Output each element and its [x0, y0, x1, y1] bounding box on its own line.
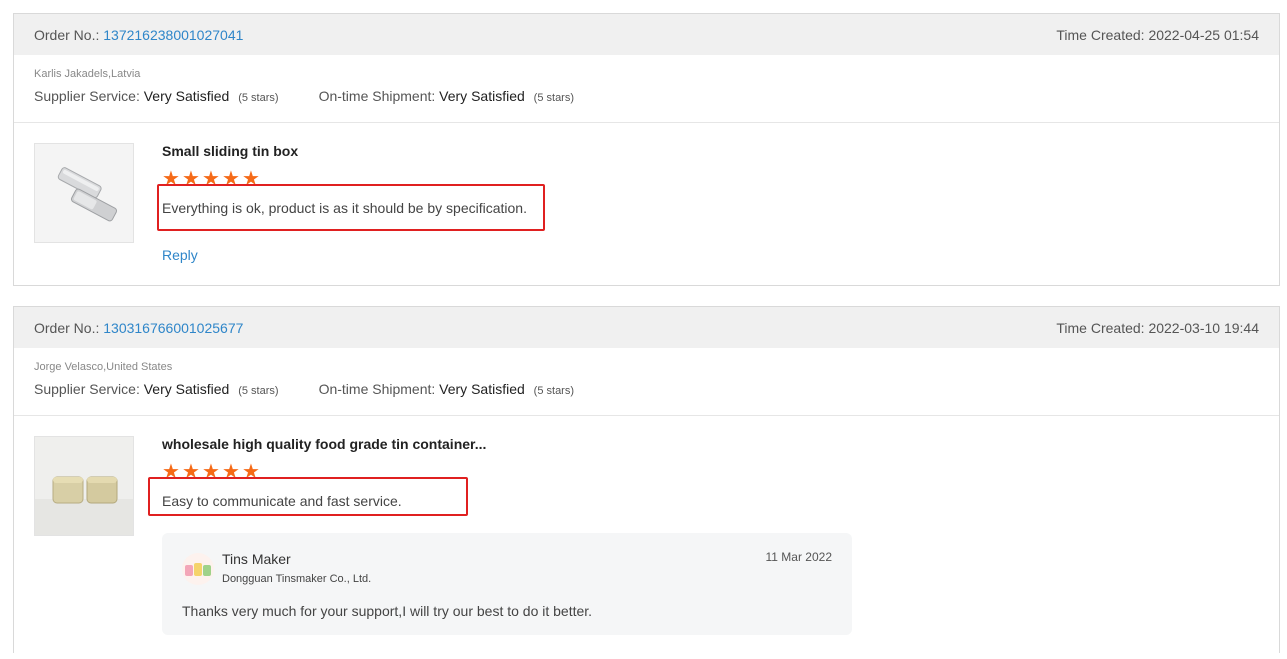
- supplier-service-label: Supplier Service:: [34, 381, 140, 397]
- buyer-name: Karlis Jakadels,Latvia: [34, 68, 141, 80]
- on-time-shipment-stars: (5 stars): [533, 385, 575, 397]
- time-label: Time Created:: [1056, 26, 1145, 43]
- seller-company: Dongguan Tinsmaker Co., Ltd.: [222, 573, 372, 585]
- supplier-service-stars: (5 stars): [238, 92, 279, 104]
- time-label: Time Created:: [1056, 319, 1145, 336]
- buyer-name: Jorge Velasco,United States: [34, 361, 173, 373]
- order-label: Order No.:: [34, 26, 100, 43]
- order-label: Order No.:: [34, 319, 100, 336]
- on-time-shipment-value: Very Satisfied: [439, 381, 525, 397]
- product-title[interactable]: Small sliding tin box: [162, 143, 298, 159]
- on-time-shipment-stars: (5 stars): [533, 92, 575, 104]
- buyer-info: Karlis Jakadels,Latvia Supplier Service:…: [14, 55, 1279, 123]
- supplier-service-value: Very Satisfied: [143, 88, 230, 104]
- ratings-row: Supplier Service: Very Satisfied (5 star…: [34, 88, 1259, 104]
- sliding-tin-box-image: [35, 144, 133, 242]
- seller-name: Tins Maker: [222, 551, 291, 567]
- tin-container-image: [35, 437, 133, 535]
- review-card: Order No.: 137216238001027041 Time Creat…: [13, 13, 1280, 286]
- supplier-service-label: Supplier Service:: [34, 88, 140, 104]
- product-thumbnail[interactable]: [34, 143, 134, 243]
- time-created: Time Created: 2022-03-10 19:44: [1056, 320, 1259, 336]
- order-number-row: Order No.: 137216238001027041: [34, 27, 243, 43]
- ratings-row: Supplier Service: Very Satisfied (5 star…: [34, 381, 1259, 397]
- buyer-info: Jorge Velasco,United States Supplier Ser…: [14, 348, 1279, 416]
- supplier-service-stars: (5 stars): [238, 385, 279, 397]
- order-number-link[interactable]: 130316766001025677: [103, 320, 243, 336]
- order-header: Order No.: 130316766001025677 Time Creat…: [14, 307, 1279, 348]
- review-card: Order No.: 130316766001025677 Time Creat…: [13, 306, 1280, 653]
- supplier-service-rating: Supplier Service: Very Satisfied (5 star…: [34, 381, 279, 397]
- on-time-shipment-label: On-time Shipment:: [318, 381, 436, 397]
- order-number-link[interactable]: 137216238001027041: [103, 27, 243, 43]
- time-value: 2022-04-25 01:54: [1148, 26, 1259, 43]
- reply-link[interactable]: Reply: [162, 247, 198, 263]
- time-created: Time Created: 2022-04-25 01:54: [1056, 27, 1259, 43]
- order-number-row: Order No.: 130316766001025677: [34, 320, 243, 336]
- supplier-service-rating: Supplier Service: Very Satisfied (5 star…: [34, 88, 279, 104]
- reply-text: Thanks very much for your support,I will…: [182, 603, 593, 619]
- product-thumbnail[interactable]: [34, 436, 134, 536]
- reply-date: 11 Mar 2022: [765, 550, 833, 564]
- on-time-shipment-rating: On-time Shipment: Very Satisfied (5 star…: [319, 88, 574, 104]
- seller-reply: Tins Maker Dongguan Tinsmaker Co., Ltd. …: [162, 533, 852, 635]
- on-time-shipment-value: Very Satisfied: [439, 88, 525, 104]
- supplier-service-value: Very Satisfied: [143, 381, 230, 397]
- highlight-box: [148, 477, 468, 516]
- on-time-shipment-label: On-time Shipment:: [318, 88, 436, 104]
- order-header: Order No.: 137216238001027041 Time Creat…: [14, 14, 1279, 55]
- on-time-shipment-rating: On-time Shipment: Very Satisfied (5 star…: [319, 381, 574, 397]
- seller-logo-icon: [185, 563, 211, 576]
- product-title[interactable]: wholesale high quality food grade tin co…: [162, 436, 486, 452]
- highlight-box: [157, 184, 545, 231]
- time-value: 2022-03-10 19:44: [1148, 319, 1259, 336]
- seller-avatar: [182, 553, 214, 585]
